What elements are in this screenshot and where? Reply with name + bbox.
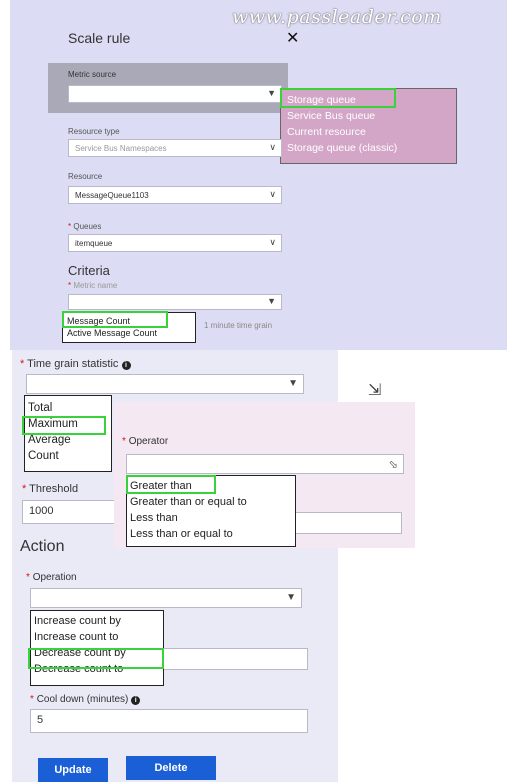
delete-button[interactable]: Delete: [126, 756, 216, 780]
resource-type-select[interactable]: Service Bus Namespaces ∨: [68, 139, 282, 157]
time-grain-side-text: 1 minute time grain: [204, 321, 273, 330]
chevron-down-icon: ∨: [269, 189, 276, 199]
time-grain-label: * Time grain statistic i: [20, 358, 131, 370]
operator-select[interactable]: ⬂: [126, 454, 404, 474]
operator-option[interactable]: Less than: [130, 510, 295, 526]
operation-value-field: [162, 648, 308, 670]
time-grain-option[interactable]: Count: [28, 448, 111, 464]
operation-option[interactable]: Increase count to: [34, 629, 163, 645]
highlight-greater-than: [126, 475, 216, 494]
resource-label: Resource: [68, 172, 103, 181]
resource-type-label: Resource type: [68, 127, 120, 136]
operator-option[interactable]: Greater than or equal to: [130, 494, 295, 510]
operator-label: * Operator: [122, 436, 169, 447]
metric-source-option[interactable]: Storage queue (classic): [287, 140, 456, 156]
panel-title: Scale rule: [68, 30, 131, 46]
queues-value: itemqueue: [75, 239, 113, 248]
metric-source-option[interactable]: Service Bus queue: [287, 108, 456, 124]
mouse-cursor-icon: ⇲: [368, 382, 382, 399]
chevron-down-icon: ∨: [269, 237, 276, 247]
chevron-down-icon: ▼: [267, 88, 276, 98]
metric-source-label: Metric source: [68, 70, 117, 79]
highlight-storage-queue: [280, 88, 396, 108]
threshold-label: * Threshold: [22, 483, 79, 495]
info-icon: i: [121, 361, 131, 370]
threshold-value: 1000: [29, 505, 54, 517]
watermark: www.passleader.com: [232, 6, 442, 28]
time-grain-select[interactable]: ▼: [26, 374, 304, 394]
operation-option[interactable]: Increase count by: [34, 613, 163, 629]
metric-name-option[interactable]: Active Message Count: [67, 327, 195, 339]
metric-name-select[interactable]: ▼: [68, 294, 282, 310]
highlight-maximum: [22, 416, 106, 435]
cool-down-input[interactable]: 5: [30, 709, 308, 733]
action-heading: Action: [20, 538, 65, 555]
metric-source-option[interactable]: Current resource: [287, 124, 456, 140]
operator-secondary-field: [292, 512, 402, 534]
highlight-message-count: [62, 311, 168, 328]
close-icon[interactable]: ✕: [286, 28, 299, 48]
chevron-down-icon: ▼: [286, 592, 296, 603]
chevron-down-icon: ▼: [288, 378, 298, 389]
info-icon: i: [131, 696, 141, 705]
queues-label: * Queues: [68, 222, 102, 231]
chevron-down-icon: ▼: [267, 296, 276, 306]
highlight-decrease-count-by: [28, 648, 164, 669]
operation-select[interactable]: ▼: [30, 588, 302, 608]
operator-option[interactable]: Less than or equal to: [130, 526, 295, 542]
time-grain-option[interactable]: Total: [28, 400, 111, 416]
cool-down-label: * Cool down (minutes) i: [30, 694, 141, 705]
resource-value: MessageQueue1103: [75, 191, 149, 200]
cool-down-value: 5: [37, 714, 44, 726]
resource-select[interactable]: MessageQueue1103 ∨: [68, 186, 282, 204]
metric-source-select[interactable]: ▼: [68, 85, 282, 103]
metric-name-label: * Metric name: [68, 281, 118, 290]
chevron-down-icon: ∨: [269, 142, 276, 152]
criteria-heading: Criteria: [68, 263, 110, 278]
update-button[interactable]: Update: [38, 758, 108, 782]
operation-label: * Operation: [26, 572, 77, 583]
queues-select[interactable]: itemqueue ∨: [68, 234, 282, 252]
chevron-down-icon: ⬂: [388, 459, 398, 471]
resource-type-value: Service Bus Namespaces: [75, 144, 167, 153]
